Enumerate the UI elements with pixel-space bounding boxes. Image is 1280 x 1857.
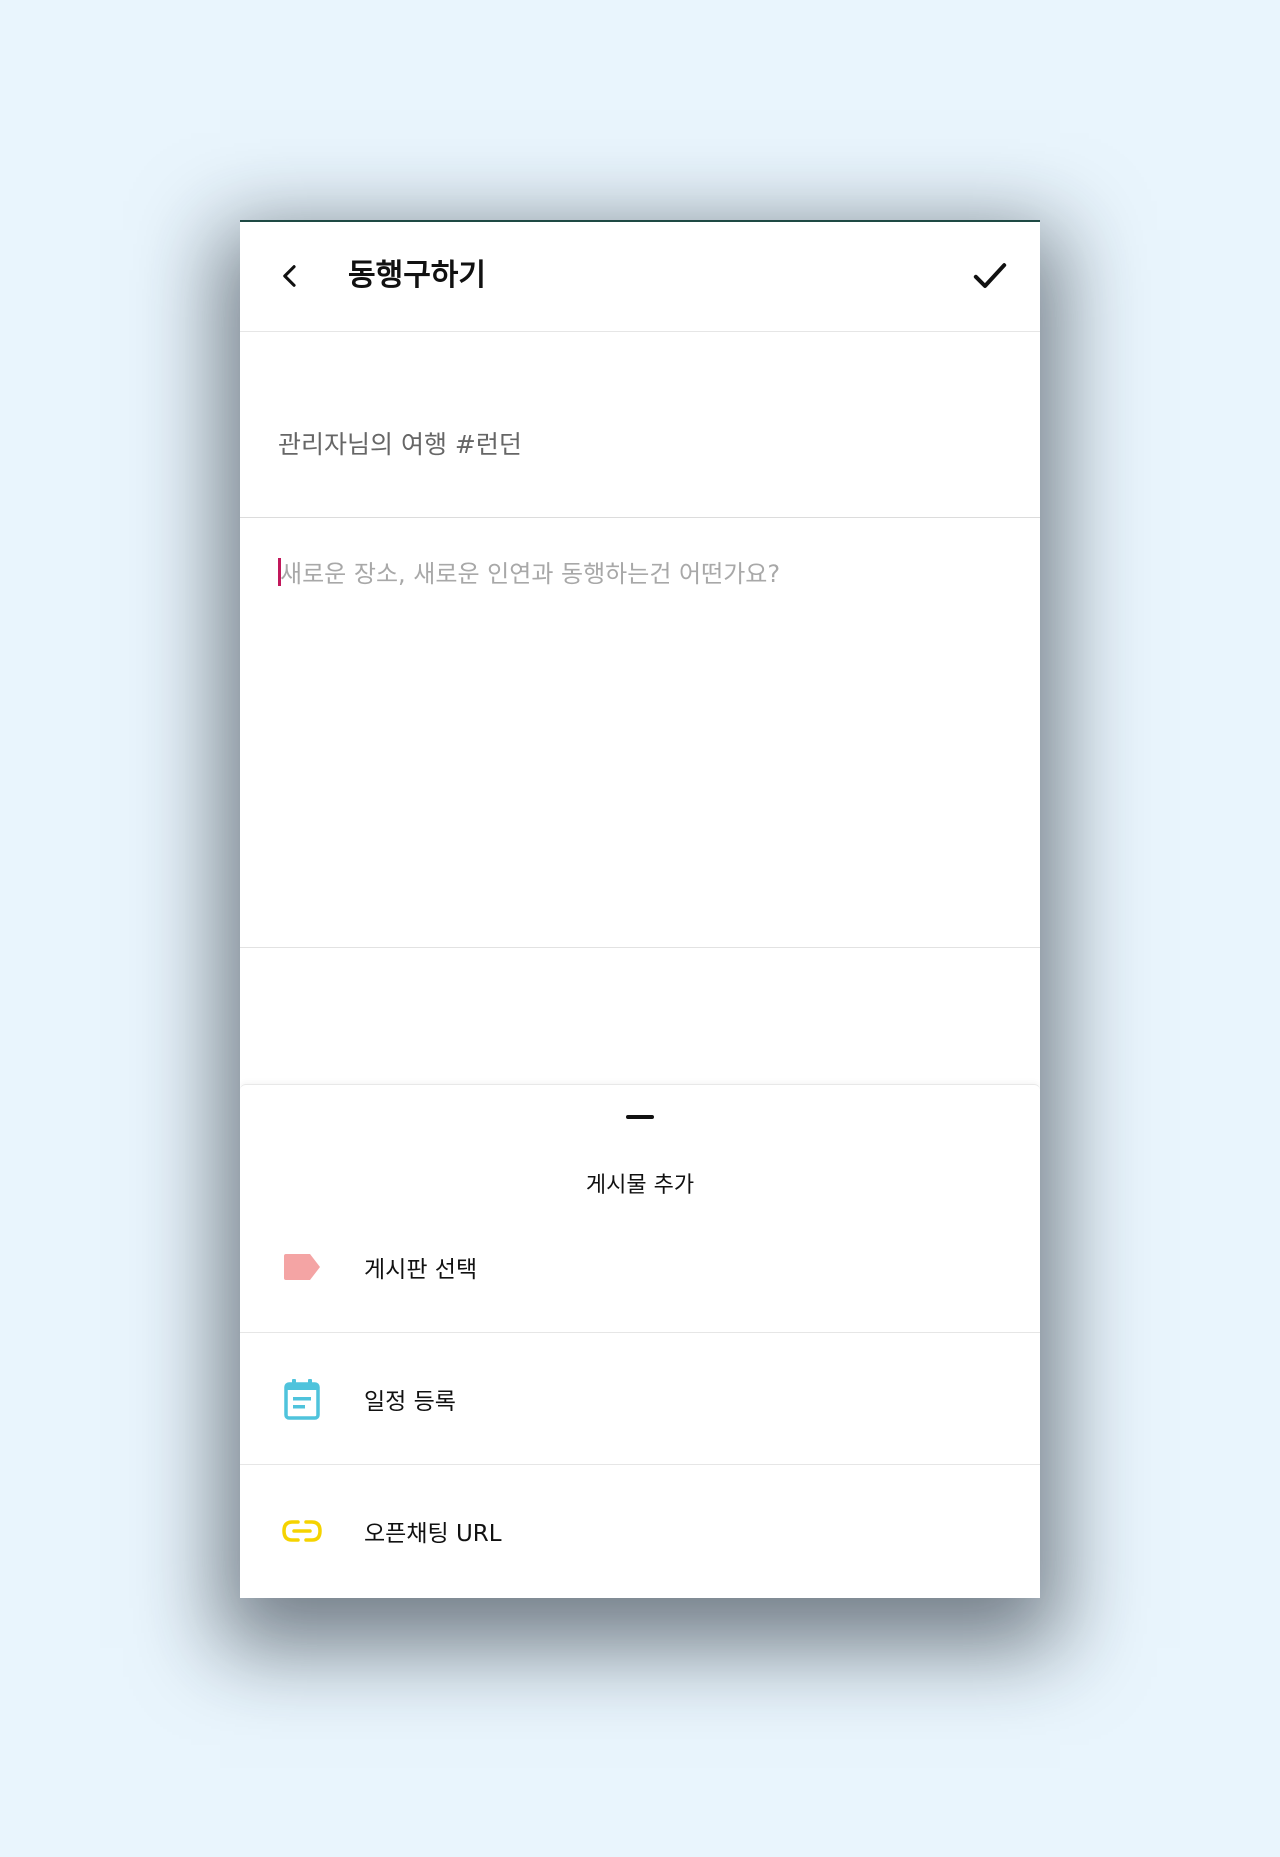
link-icon (280, 1509, 324, 1553)
menu-item-label: 일정 등록 (364, 1388, 456, 1415)
select-board-button[interactable]: 게시판 선택 (240, 1201, 1040, 1333)
post-body-input[interactable] (280, 554, 1000, 914)
tag-icon (280, 1245, 324, 1289)
add-to-post-sheet: 게시물 추가 게시판 선택 일정 등록 오픈채팅 URL (240, 1084, 1040, 1598)
register-schedule-button[interactable]: 일정 등록 (240, 1333, 1040, 1465)
calendar-icon (280, 1377, 324, 1421)
sheet-drag-handle[interactable] (626, 1115, 654, 1119)
post-title-input[interactable] (278, 428, 998, 457)
page-title: 동행구하기 (348, 258, 486, 293)
menu-item-label: 오픈채팅 URL (364, 1521, 502, 1547)
post-body-field (240, 518, 1040, 948)
confirm-button[interactable] (964, 250, 1016, 302)
menu-item-label: 게시판 선택 (364, 1256, 478, 1283)
post-title-field (240, 332, 1040, 518)
app-bar: 동행구하기 (240, 222, 1040, 332)
back-button[interactable] (266, 252, 314, 300)
sheet-title: 게시물 추가 (585, 1173, 695, 1198)
open-chat-url-button[interactable]: 오픈채팅 URL (240, 1465, 1040, 1597)
chevron-left-icon (283, 265, 296, 287)
checkmark-icon (973, 263, 1007, 288)
app-screen: 동행구하기 게시물 추가 게시판 선택 (240, 220, 1040, 1598)
